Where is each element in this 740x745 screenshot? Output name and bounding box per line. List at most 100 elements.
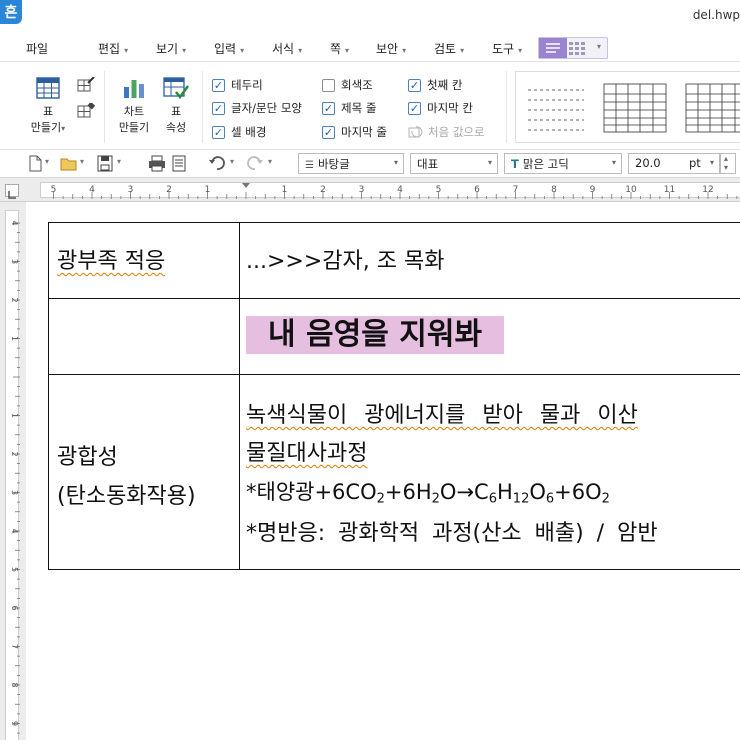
checkbox-grayscale[interactable]: 회색조 — [322, 77, 373, 93]
chevron-down-icon: ▾ — [402, 46, 407, 55]
undo-icon[interactable] — [208, 155, 226, 172]
ruler-label: 6 — [10, 605, 19, 610]
menu-security-label: 보안 — [376, 42, 399, 56]
menu-view[interactable]: 보기 ▾ — [156, 40, 186, 57]
new-document-icon[interactable] — [26, 155, 44, 172]
ruler-label: 3 — [128, 185, 134, 195]
ruler-label: 8 — [551, 185, 557, 195]
checkbox-cell-background[interactable]: ✓ 셀 배경 — [212, 124, 266, 140]
indent-marker-icon[interactable] — [242, 183, 250, 188]
cell-text-r3c2-line4: *명반응: 광화학적 과정(산소 배출) / 암반 — [246, 521, 658, 546]
ruler-label: 2 — [10, 297, 19, 302]
ruler-label: 1 — [282, 185, 288, 195]
ruler-label: 11 — [664, 185, 675, 195]
open-folder-icon[interactable] — [60, 155, 78, 172]
font-select[interactable]: T 맑은 고딕 ▾ — [504, 153, 622, 174]
ruler-label: 4 — [397, 185, 403, 195]
table-cell-r2c2[interactable]: 내 음영을 지워봐 — [239, 298, 740, 375]
table-style-gallery[interactable] — [515, 71, 740, 143]
chevron-down-icon: ▾ — [518, 46, 523, 55]
print-icon[interactable] — [148, 155, 166, 172]
chevron-down-icon: ▾ — [460, 46, 465, 55]
checkbox-border-label: 테두리 — [231, 78, 263, 92]
print-preview-icon[interactable] — [170, 155, 188, 172]
document-table[interactable]: 광부족 적응 ...>>>감자, 조 목화 내 음영을 지워봐 광합성 (탄소동… — [48, 222, 740, 570]
menu-format[interactable]: 서식 ▾ — [272, 40, 302, 57]
ruler-label: 2 — [320, 185, 326, 195]
save-icon[interactable] — [96, 155, 114, 172]
chevron-down-icon[interactable]: ▾ — [724, 163, 728, 172]
erase-table-icon[interactable] — [77, 101, 96, 123]
table-cell-r1c1[interactable]: 광부족 적응 — [48, 222, 240, 299]
checkbox-header-row[interactable]: ✓ 제목 줄 — [322, 100, 376, 116]
chart-create-button[interactable]: 차트 만들기 — [114, 77, 154, 136]
table-properties-line1: 표 — [170, 105, 182, 118]
table-properties-button[interactable]: 표 속성 — [156, 77, 196, 136]
checkbox-first-column-label: 첫째 칸 — [427, 78, 463, 92]
vertical-ruler[interactable]: 4 3 2 1 1 2 3 4 5 6 7 8 9 — [5, 210, 20, 740]
horizontal-ruler[interactable]: 5 4 3 2 1 1 2 3 4 5 6 7 8 9 10 11 12 — [40, 182, 740, 199]
font-size-select[interactable]: 20.0 pt ▾ — [628, 153, 720, 174]
reset-defaults-button[interactable]: 처음 값으로 — [408, 124, 485, 140]
ribbon-table-tab: 표 만들기▾ 차트 만들기 표 속성 ✓ 테두리 ✓ 글자/문단 모양 ✓ 셀 배경 … — [0, 63, 740, 150]
chevron-down-icon[interactable]: ▾ — [45, 157, 49, 166]
app-icon[interactable]: 흔 — [0, 0, 22, 24]
checkbox-grayscale-label: 회색조 — [341, 78, 373, 92]
ruler-label: 3 — [359, 185, 365, 195]
reset-defaults-label: 처음 값으로 — [428, 125, 485, 139]
ruler-label: 1 — [205, 185, 211, 195]
menu-tools[interactable]: 도구 ▾ — [492, 40, 522, 57]
ruler-label: 1 — [10, 413, 19, 418]
chevron-down-icon[interactable]: ▾ — [117, 157, 121, 166]
checkbox-last-row[interactable]: ✓ 마지막 줄 — [322, 124, 387, 140]
checkbox-checked-icon: ✓ — [212, 78, 225, 92]
menu-edit-label: 편집 — [98, 42, 121, 56]
document-title: del.hwp — [692, 8, 740, 22]
chart-create-line1: 차트 — [123, 105, 145, 118]
chevron-down-icon: ▾ — [345, 46, 350, 55]
checkbox-char-para-shape[interactable]: ✓ 글자/문단 모양 — [212, 100, 302, 116]
cell-text-r1c1: 광부족 적응 — [57, 249, 166, 274]
table-cell-r2c1[interactable] — [48, 298, 240, 375]
menu-page[interactable]: 쪽 ▾ — [330, 40, 349, 57]
table-cell-r1c2[interactable]: ...>>>감자, 조 목화 — [239, 222, 740, 299]
draw-table-icon[interactable] — [77, 76, 95, 97]
menu-insert[interactable]: 입력 ▾ — [214, 40, 244, 57]
font-size-stepper[interactable]: ▴ ▾ — [720, 153, 736, 174]
menu-review[interactable]: 검토 ▾ — [434, 40, 464, 57]
checkbox-last-column[interactable]: ✓ 마지막 칸 — [408, 100, 473, 116]
menu-tools-label: 도구 — [492, 42, 515, 56]
checkbox-checked-icon: ✓ — [322, 125, 335, 139]
ruler-label: 5 — [51, 185, 57, 195]
menu-security[interactable]: 보안 ▾ — [376, 40, 406, 57]
chevron-down-icon[interactable]: ▾ — [597, 42, 601, 51]
table-style-grid — [603, 83, 667, 133]
ruler-label: 10 — [625, 185, 637, 195]
view-mode-switch[interactable]: ▾ — [538, 37, 608, 59]
cell-text-r3c2-line1: 녹색식물이 광에너지를 받아 물과 이산 — [246, 403, 638, 428]
chevron-down-icon[interactable]: ▾ — [268, 157, 272, 166]
chevron-down-icon[interactable]: ▾ — [230, 157, 234, 166]
chevron-up-icon[interactable]: ▴ — [724, 154, 728, 163]
bar-chart-icon — [124, 80, 144, 98]
redo-icon[interactable] — [246, 155, 264, 172]
table-create-button[interactable]: 표 만들기▾ — [26, 77, 70, 137]
chevron-down-icon: ▾ — [393, 158, 398, 167]
ruler-label: 7 — [513, 185, 519, 195]
menu-edit[interactable]: 편집 ▾ — [98, 40, 128, 57]
chevron-down-icon[interactable]: ▾ — [80, 157, 84, 166]
ribbon-view-icon[interactable] — [539, 38, 567, 58]
language-select[interactable]: 대표 ▾ — [410, 153, 498, 174]
menu-file[interactable]: 파일 — [26, 40, 48, 57]
checkbox-first-column[interactable]: ✓ 첫째 칸 — [408, 77, 462, 93]
paragraph-style-select[interactable]: ☰ 바탕글 ▾ — [298, 153, 404, 174]
format-toolbar: ▾ ▾ ▾ ▾ ▾ ☰ 바탕글 ▾ 대표 ▾ T 맑은 고딕 ▾ 20.0 pt ▾… — [0, 150, 740, 178]
checkbox-checked-icon: ✓ — [322, 101, 335, 115]
table-cell-r3c2[interactable]: 녹색식물이 광에너지를 받아 물과 이산 물질대사과정 *태양광+6CO2+6H… — [239, 374, 740, 570]
checkbox-border[interactable]: ✓ 테두리 — [212, 77, 263, 93]
grid-view-icon[interactable] — [569, 41, 585, 55]
table-cell-r3c1[interactable]: 광합성 (탄소동화작용) — [48, 374, 240, 570]
ruler-corner[interactable] — [5, 184, 19, 199]
font-size-value: 20.0 — [635, 156, 661, 170]
chevron-down-icon: ▾ — [124, 46, 129, 55]
